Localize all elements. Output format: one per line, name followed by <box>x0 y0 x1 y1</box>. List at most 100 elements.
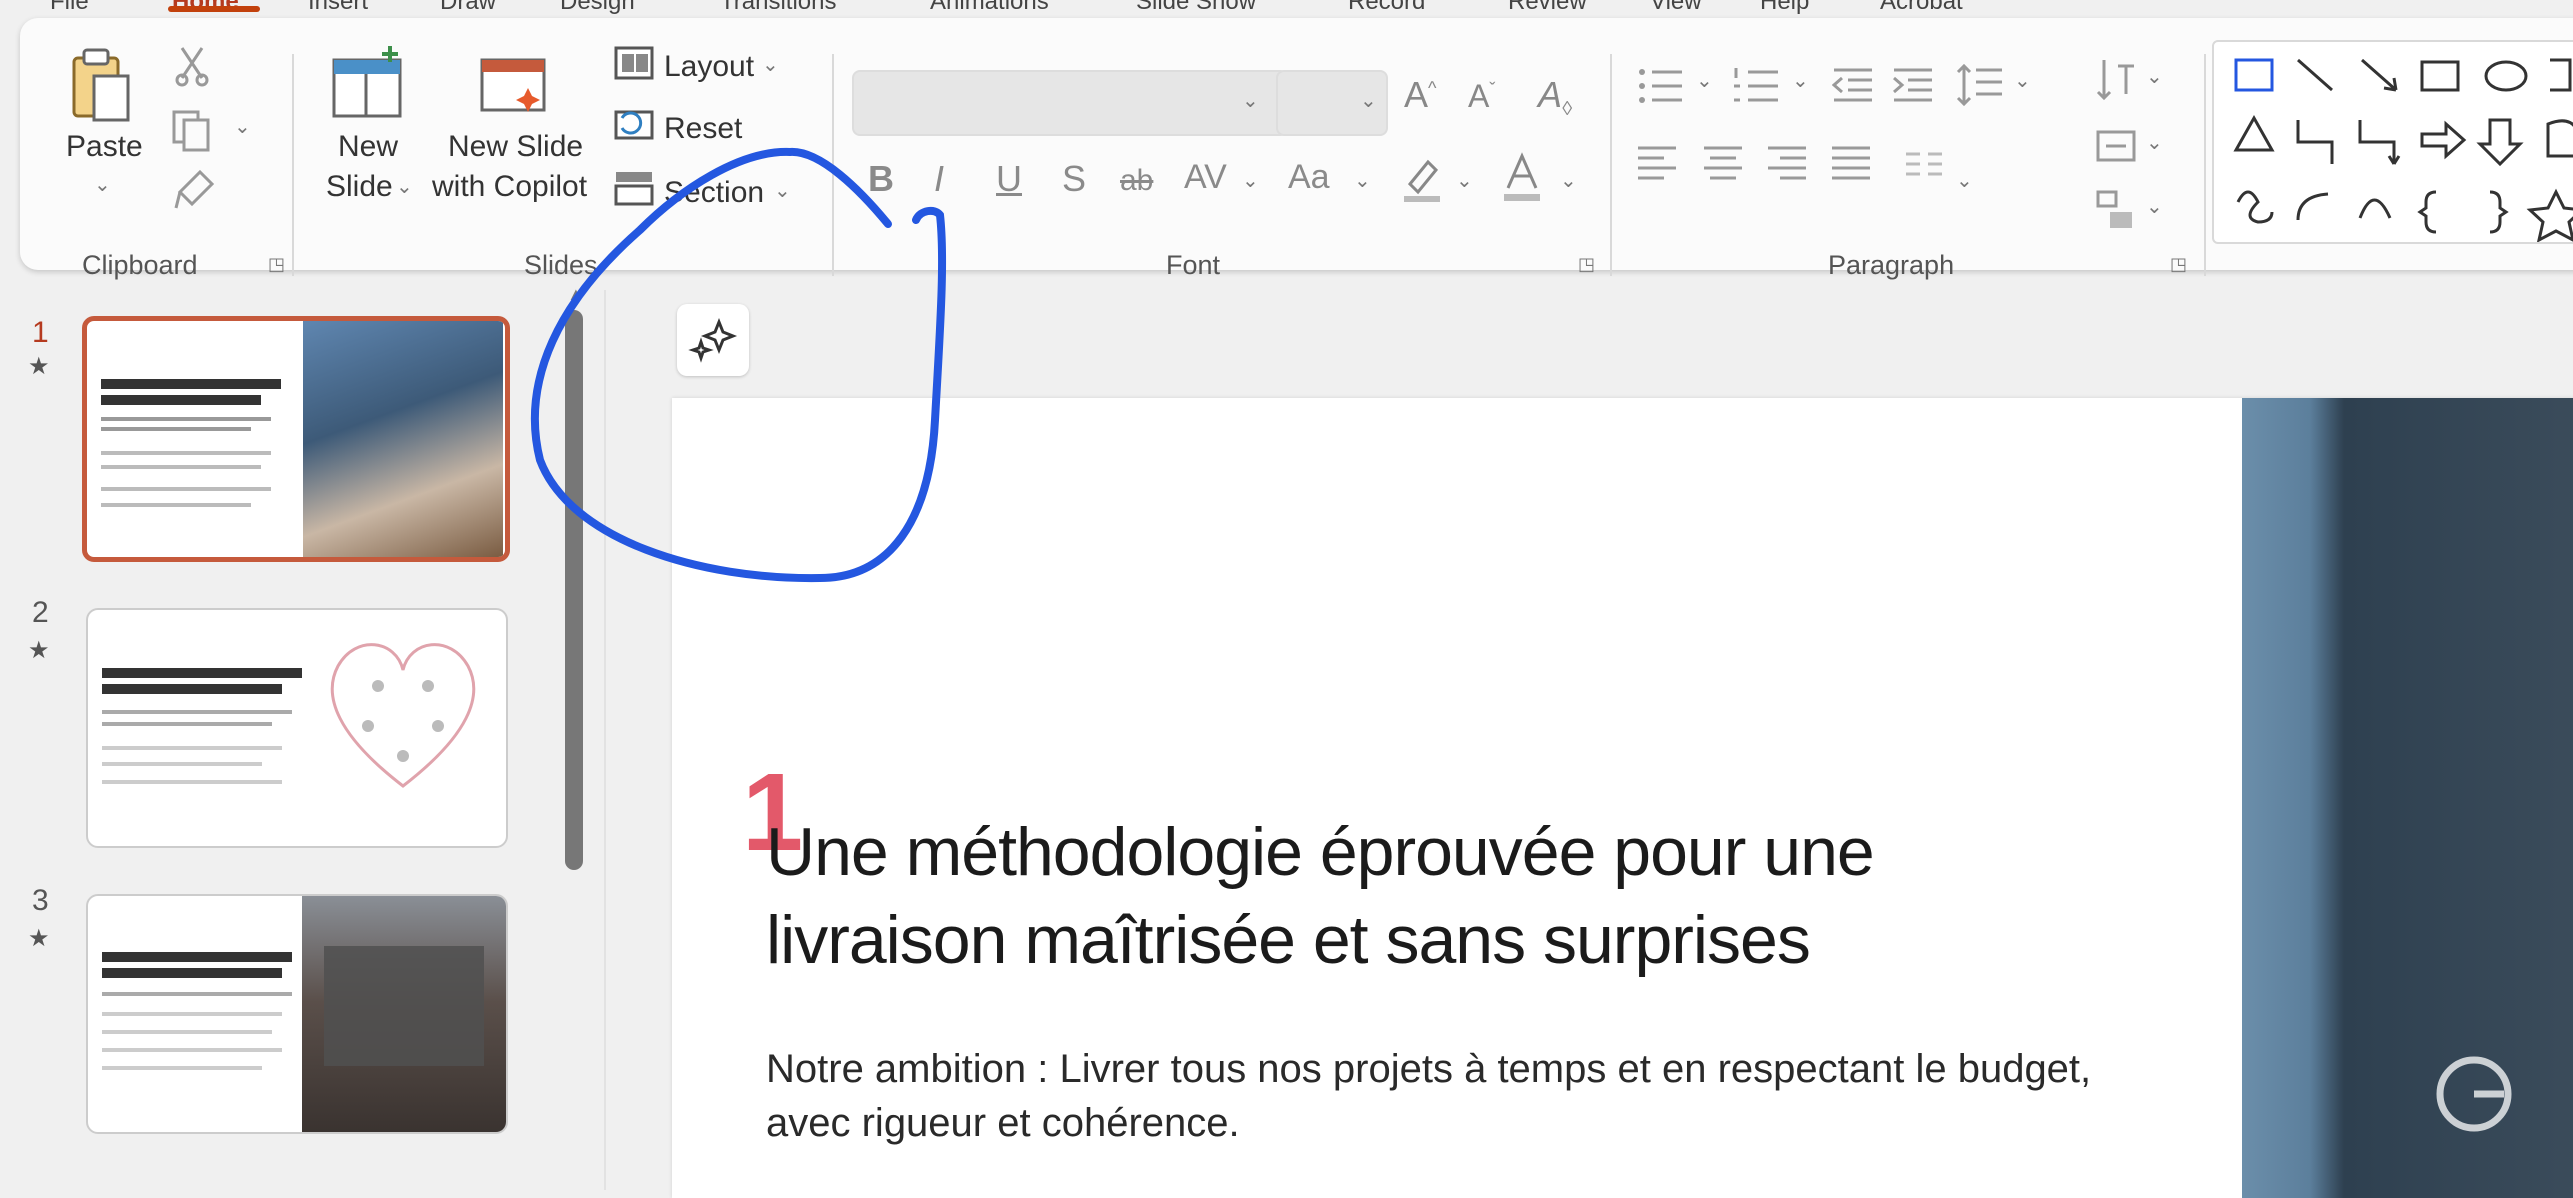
tab-view[interactable]: View <box>1650 0 1702 16</box>
reset-button[interactable]: Reset <box>664 112 742 146</box>
increase-indent-icon[interactable] <box>1892 66 1936 106</box>
slide-canvas[interactable]: 1 Une méthodologie éprouvée pour une liv… <box>672 398 2573 1198</box>
paragraph-launcher-icon[interactable]: ◳ <box>2170 254 2190 274</box>
columns-chevron[interactable]: ⌄ <box>1956 168 1973 193</box>
align-center-icon[interactable] <box>1702 144 1746 184</box>
copy-dropdown-chevron[interactable]: ⌄ <box>234 114 251 139</box>
slide-title[interactable]: Une méthodologie éprouvée pour une livra… <box>766 808 2066 984</box>
slide-thumbnail-3[interactable] <box>86 894 508 1134</box>
change-case-chevron[interactable]: ⌄ <box>1354 168 1371 193</box>
bullets-icon[interactable] <box>1636 66 1686 106</box>
numbering-icon[interactable] <box>1732 66 1782 106</box>
font-group-label: Font <box>1166 250 1221 280</box>
font-size-dropdown-chevron[interactable]: ⌄ <box>1360 88 1377 113</box>
font-color-icon[interactable] <box>1502 152 1542 204</box>
format-painter-icon[interactable] <box>172 168 216 212</box>
slide-thumbnail-1[interactable] <box>82 316 510 562</box>
paste-icon[interactable] <box>68 46 132 136</box>
paragraph-group-label: Paragraph <box>1828 250 1955 280</box>
ribbon-divider <box>832 54 834 276</box>
text-direction-icon[interactable] <box>2096 58 2136 102</box>
bullets-chevron[interactable]: ⌄ <box>1696 68 1713 93</box>
line-spacing-icon[interactable] <box>1956 64 2004 108</box>
layout-dropdown-chevron[interactable]: ⌄ <box>762 52 779 77</box>
paste-button[interactable]: Paste <box>66 130 143 164</box>
new-slide-copilot-label-line2[interactable]: with Copilot <box>432 170 587 204</box>
scroll-up-arrow-icon[interactable]: ▲ <box>567 284 585 305</box>
tab-slide-show[interactable]: Slide Show <box>1136 0 1256 16</box>
convert-to-smartart-icon[interactable] <box>2096 190 2136 230</box>
justify-icon[interactable] <box>1830 144 1874 184</box>
section-dropdown-chevron[interactable]: ⌄ <box>774 178 791 203</box>
slide-thumbnail-2[interactable] <box>86 608 508 848</box>
new-slide-copilot-icon[interactable] <box>476 50 552 118</box>
smartart-chevron[interactable]: ⌄ <box>2146 194 2163 219</box>
numbering-chevron[interactable]: ⌄ <box>1792 68 1809 93</box>
copy-icon[interactable] <box>170 108 220 152</box>
font-launcher-icon[interactable]: ◳ <box>1578 254 1598 274</box>
align-text-chevron[interactable]: ⌄ <box>2146 130 2163 155</box>
active-tab-indicator <box>168 6 260 12</box>
new-slide-label-line2[interactable]: Slide <box>326 170 393 204</box>
layout-button[interactable]: Layout <box>664 50 754 84</box>
new-slide-copilot-label-line1[interactable]: New Slide <box>448 130 583 164</box>
slides-group-label: Slides <box>524 250 598 280</box>
align-text-icon[interactable] <box>2096 126 2136 166</box>
slide-number: 1 <box>32 316 49 349</box>
sparkle-icon <box>688 317 738 363</box>
new-slide-label-line1[interactable]: New <box>338 130 398 164</box>
tab-animations[interactable]: Animations <box>930 0 1049 16</box>
reset-icon[interactable] <box>614 106 654 140</box>
underline-button[interactable]: U <box>996 158 1022 200</box>
align-right-icon[interactable] <box>1766 144 1810 184</box>
line-spacing-chevron[interactable]: ⌄ <box>2014 68 2031 93</box>
thumbnail-scrollbar[interactable] <box>565 310 583 870</box>
decrease-font-size-icon[interactable]: Aˇ <box>1468 78 1495 115</box>
highlight-color-chevron[interactable]: ⌄ <box>1456 168 1473 193</box>
layout-icon[interactable] <box>614 46 654 80</box>
animation-star-icon: ★ <box>28 637 50 664</box>
bold-button[interactable]: B <box>868 158 894 200</box>
shapes-gallery[interactable] <box>2212 40 2573 244</box>
animation-star-icon: ★ <box>28 925 50 952</box>
tab-draw[interactable]: Draw <box>440 0 496 16</box>
channel-logo-icon <box>2436 1056 2512 1132</box>
font-color-chevron[interactable]: ⌄ <box>1560 168 1577 193</box>
new-slide-icon[interactable] <box>328 46 406 122</box>
slide-thumbnail-panel: 1 ★ 2 ★ 3 ★ <box>0 290 600 1190</box>
clear-formatting-icon[interactable]: A◊ <box>1538 74 1572 121</box>
change-case-button[interactable]: Aa <box>1288 158 1330 197</box>
powerpoint-window: File Home Insert Draw Design Transitions… <box>0 0 2573 1198</box>
tab-transitions[interactable]: Transitions <box>720 0 836 16</box>
cut-icon[interactable] <box>172 44 212 88</box>
tab-acrobat[interactable]: Acrobat <box>1880 0 1963 16</box>
strikethrough-button[interactable]: ab <box>1120 164 1153 198</box>
columns-icon[interactable] <box>1904 150 1944 180</box>
paste-dropdown-chevron[interactable]: ⌄ <box>94 172 111 197</box>
text-direction-chevron[interactable]: ⌄ <box>2146 64 2163 89</box>
decrease-indent-icon[interactable] <box>1832 66 1876 106</box>
increase-font-size-icon[interactable]: A^ <box>1404 74 1436 116</box>
section-icon[interactable] <box>614 170 654 206</box>
section-button[interactable]: Section <box>664 176 764 210</box>
tab-insert[interactable]: Insert <box>308 0 368 16</box>
tab-record[interactable]: Record <box>1348 0 1425 16</box>
character-spacing-button[interactable]: AV <box>1184 158 1227 197</box>
copilot-button[interactable] <box>677 304 749 376</box>
clipboard-launcher-icon[interactable]: ◳ <box>268 254 288 274</box>
slide-number: 3 <box>32 884 49 917</box>
slide-subtitle[interactable]: Notre ambition : Livrer tous nos projets… <box>766 1042 2166 1150</box>
new-slide-dropdown-chevron[interactable]: ⌄ <box>396 174 413 199</box>
font-name-dropdown-chevron[interactable]: ⌄ <box>1242 88 1259 113</box>
character-spacing-chevron[interactable]: ⌄ <box>1242 168 1259 193</box>
font-name-combobox[interactable] <box>852 70 1288 136</box>
tab-review[interactable]: Review <box>1508 0 1587 16</box>
slide-thumbnail-photo <box>303 321 503 557</box>
tab-file[interactable]: File <box>50 0 89 16</box>
align-left-icon[interactable] <box>1636 144 1680 184</box>
tab-help[interactable]: Help <box>1760 0 1809 16</box>
highlight-color-icon[interactable] <box>1400 154 1444 204</box>
tab-design[interactable]: Design <box>560 0 635 16</box>
text-shadow-button[interactable]: S <box>1062 158 1086 200</box>
italic-button[interactable]: I <box>934 158 944 200</box>
